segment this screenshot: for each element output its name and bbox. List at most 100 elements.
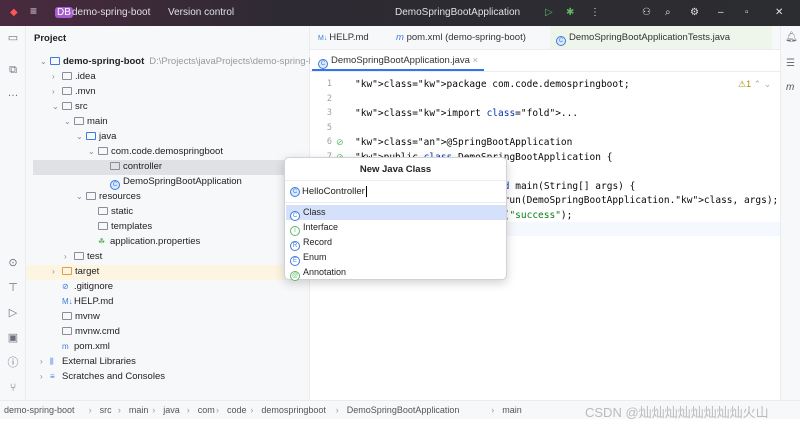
option-enum[interactable]: E Enum: [286, 250, 506, 266]
run-tool-icon[interactable]: ▷: [6, 306, 20, 320]
chevron-down-icon[interactable]: ⌄: [40, 54, 47, 69]
breadcrumb-item[interactable]: code: [227, 405, 247, 415]
breadcrumb-item[interactable]: demo-spring-boot: [4, 405, 75, 415]
close-icon[interactable]: ✕: [775, 7, 783, 18]
option-record[interactable]: R Record: [286, 235, 506, 251]
run-config-selector[interactable]: DemoSpringBootApplication: [395, 7, 520, 18]
git-icon[interactable]: ⑂: [6, 381, 20, 395]
tree-item[interactable]: › test: [64, 249, 102, 264]
breadcrumb-item[interactable]: com: [198, 405, 215, 415]
tree-item[interactable]: ⊘ .gitignore: [62, 279, 113, 294]
chevron-right-icon[interactable]: ›: [64, 249, 67, 264]
chevron-down-icon[interactable]: ⌄: [88, 144, 95, 159]
tree-item[interactable]: › ⫼ External Libraries: [40, 354, 136, 369]
tree-item-label: HELP.md: [74, 296, 114, 307]
class-name-value: HelloController: [302, 186, 367, 197]
build-icon[interactable]: ⊤: [6, 281, 20, 295]
search-icon[interactable]: ⌕: [665, 7, 671, 18]
breadcrumb-item[interactable]: main: [502, 405, 522, 415]
chevron-right-icon[interactable]: ›: [52, 69, 55, 84]
warnings-indicator[interactable]: ⚠1 ⌃ ⌄: [738, 79, 771, 90]
notifications-icon[interactable]: 🔔︎: [785, 32, 798, 43]
option-class[interactable]: C Class: [286, 205, 506, 221]
folder-icon: [74, 117, 84, 125]
vcs-menu[interactable]: Version control: [168, 7, 234, 18]
tree-item[interactable]: ⌄ com.code.demospringboot: [88, 144, 223, 159]
editor-tabs-row2: C DemoSpringBootApplication.java ×: [310, 50, 780, 72]
tree-item[interactable]: templates: [98, 219, 152, 234]
folder-icon: [86, 192, 96, 200]
class-name-input[interactable]: C HelloController: [285, 180, 506, 203]
tree-item-label: DemoSpringBootApplication: [123, 176, 242, 187]
option-label: Enum: [303, 252, 327, 262]
tree-item[interactable]: M↓HELP.md: [62, 294, 113, 309]
minimize-icon[interactable]: –: [718, 7, 724, 18]
tab-tests[interactable]: C DemoSpringBootApplicationTests.java: [550, 26, 772, 49]
option-label: Class: [303, 207, 326, 217]
settings-icon[interactable]: ⚙: [690, 7, 699, 18]
maximize-icon[interactable]: ▫: [745, 7, 749, 18]
tree-item[interactable]: ☘ application.properties: [98, 234, 200, 249]
database-icon[interactable]: ☰: [786, 58, 795, 69]
breadcrumb-item[interactable]: src: [100, 405, 112, 415]
structure-icon[interactable]: ⧉: [6, 63, 20, 77]
project-tool-icon[interactable]: ▭: [6, 31, 20, 45]
tab-pom-xml[interactable]: m pom.xml (demo-spring-boot): [390, 26, 532, 49]
option-label: Interface: [303, 222, 339, 232]
tree-item-label: controller: [123, 161, 163, 172]
maven-icon[interactable]: m: [786, 82, 794, 93]
terminal-icon[interactable]: ▣: [6, 331, 20, 345]
breadcrumb-item[interactable]: demospringboot: [261, 405, 326, 415]
chevron-down-icon[interactable]: ⌄: [52, 99, 59, 114]
run-icon[interactable]: ▷: [545, 7, 553, 18]
breadcrumb-item[interactable]: java: [163, 405, 180, 415]
more-icon[interactable]: ⋮: [590, 7, 600, 18]
tree-item[interactable]: mvnw: [62, 309, 100, 324]
tree-item-label: .mvn: [75, 86, 96, 97]
chevron-right-icon[interactable]: ›: [52, 84, 55, 99]
option-annotation[interactable]: @ Annotation: [286, 265, 506, 281]
tree-item-label: com.code.demospringboot: [111, 146, 223, 157]
breadcrumb-separator-icon: ›: [491, 405, 495, 415]
tree-item[interactable]: ⌄ java: [76, 129, 116, 144]
chevron-down-icon[interactable]: ⌄: [76, 189, 83, 204]
chevron-right-icon[interactable]: ›: [40, 354, 43, 369]
folder-icon: [98, 222, 108, 230]
folder-icon: [86, 132, 96, 140]
debug-icon[interactable]: ✱: [566, 7, 574, 18]
breadcrumb-separator-icon: ›: [186, 405, 190, 415]
tree-item[interactable]: › ≡ Scratches and Consoles: [40, 369, 165, 384]
option-interface[interactable]: I Interface: [286, 220, 506, 236]
tree-item[interactable]: › target: [52, 264, 99, 279]
problems-icon[interactable]: ⓘ: [6, 356, 20, 370]
tree-item[interactable]: C DemoSpringBootApplication: [110, 174, 242, 190]
tree-item[interactable]: m pom.xml: [62, 339, 110, 354]
spring-gutter-icon[interactable]: ⊘: [336, 137, 344, 148]
chevron-down-icon[interactable]: ⌄: [64, 114, 71, 129]
tree-item-label: mvnw.cmd: [75, 326, 120, 337]
tree-item[interactable]: › .idea: [52, 69, 96, 84]
breadcrumb-item[interactable]: DemoSpringBootApplication: [347, 405, 460, 415]
main-menu-icon[interactable]: ≡: [30, 4, 37, 18]
tree-item[interactable]: ⌄ main: [64, 114, 108, 129]
tree-item[interactable]: static: [98, 204, 133, 219]
editor-tabs: M↓ HELP.md m pom.xml (demo-spring-boot) …: [310, 26, 780, 50]
chevron-down-icon[interactable]: ⌄: [76, 129, 83, 144]
more-tools-icon[interactable]: …: [6, 86, 20, 100]
tree-item[interactable]: ⌄ resources: [76, 189, 141, 204]
add-user-icon[interactable]: ⚇: [642, 7, 651, 18]
tree-item[interactable]: mvnw.cmd: [62, 324, 120, 339]
tab-help-md[interactable]: M↓ HELP.md: [312, 26, 375, 49]
breadcrumb-item[interactable]: main: [129, 405, 149, 415]
project-panel-title[interactable]: Project: [34, 31, 66, 46]
tree-item[interactable]: ⌄ demo-spring-boot D:\Projects\javaProject…: [40, 54, 314, 69]
chevron-right-icon[interactable]: ›: [52, 264, 55, 279]
tree-item[interactable]: ⌄ src: [52, 99, 88, 114]
project-badge: DB: [55, 7, 73, 18]
tab-active[interactable]: C DemoSpringBootApplication.java ×: [312, 50, 485, 71]
services-icon[interactable]: ⊙: [6, 256, 20, 270]
tree-item[interactable]: controller: [110, 159, 162, 174]
chevron-right-icon[interactable]: ›: [40, 369, 43, 384]
tree-item[interactable]: › .mvn: [52, 84, 96, 99]
project-selector[interactable]: demo-spring-boot: [72, 7, 150, 18]
